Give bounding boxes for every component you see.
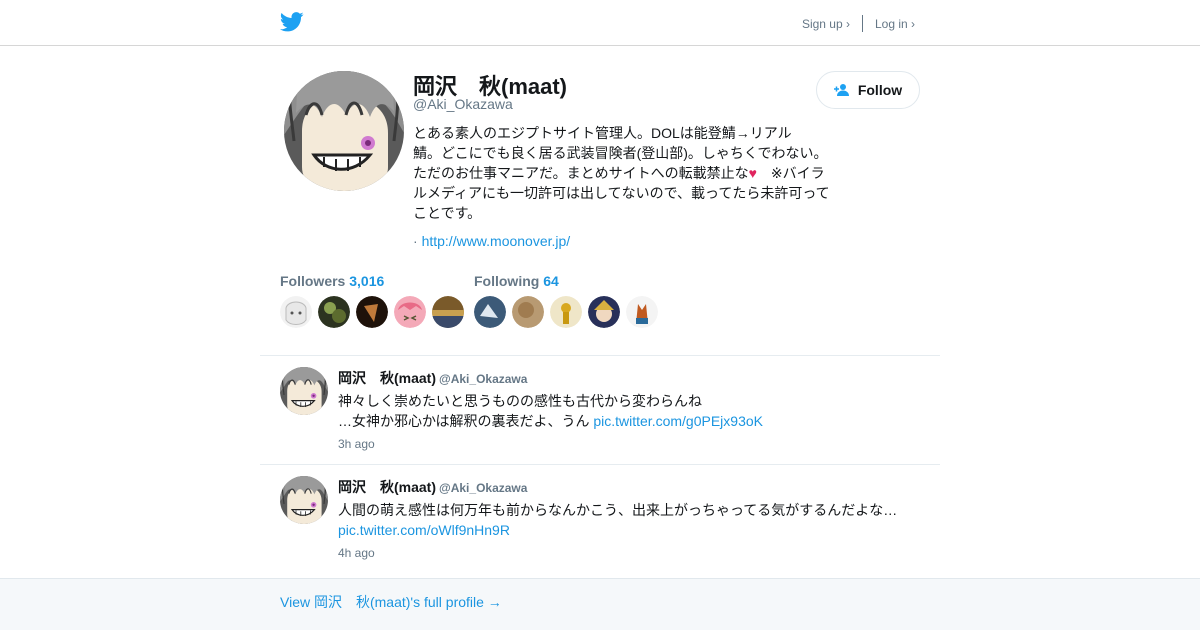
tweet-list: 岡沢 秋(maat) @Aki_Okazawa 神々しく崇めたいと思うものの感性も… [260, 355, 940, 573]
tweet-author-name[interactable]: 岡沢 秋(maat) [338, 370, 436, 386]
follower-avatar[interactable] [432, 296, 464, 328]
tweet-header: 岡沢 秋(maat) @Aki_Okazawa [338, 368, 527, 388]
profile-handle[interactable]: @Aki_Okazawa [413, 96, 513, 112]
top-bar: Sign up › Log in › [0, 0, 1200, 46]
nav-divider [861, 15, 863, 32]
tweet-item[interactable]: 岡沢 秋(maat) @Aki_Okazawa 人間の萌え感性は何万年も前からなん… [260, 464, 940, 573]
bio-line: ことです。 [413, 205, 482, 221]
following-title[interactable]: Following 64 [474, 273, 664, 289]
top-nav: Sign up › Log in › [802, 15, 915, 32]
tweet-timestamp[interactable]: 4h ago [338, 546, 375, 560]
tweet-author-handle[interactable]: @Aki_Okazawa [439, 372, 527, 386]
tweet-avatar[interactable] [280, 476, 328, 524]
twitter-bird-icon[interactable] [279, 11, 304, 33]
following-avatar[interactable] [588, 296, 620, 328]
follow-label: Follow [857, 82, 903, 98]
following-avatars [474, 296, 664, 328]
profile-url-link[interactable]: http://www.moonover.jp/ [422, 233, 571, 249]
add-user-icon [833, 84, 849, 96]
tweet-author-name[interactable]: 岡沢 秋(maat) [338, 479, 436, 495]
bio-line: ただのお仕事マニアだ。まとめサイトへの転載禁止な♥ ※バイラ [413, 165, 825, 181]
tweet-media-link[interactable]: pic.twitter.com/g0PEjx93oK [593, 413, 763, 429]
tweet-item[interactable]: 岡沢 秋(maat) @Aki_Okazawa 神々しく崇めたいと思うものの感性も… [260, 355, 940, 464]
follower-avatar[interactable] [318, 296, 350, 328]
footer: View 岡沢 秋(maat)'s full profile → [0, 578, 1200, 630]
profile-bio: とある素人のエジプトサイト管理人。DOLは能登鯖→リアル 鯖。どこにでも良く居る… [413, 123, 838, 223]
following-avatar[interactable] [512, 296, 544, 328]
full-profile-link[interactable]: View 岡沢 秋(maat)'s full profile → [280, 592, 502, 612]
following-avatar[interactable] [550, 296, 582, 328]
signup-link[interactable]: Sign up › [802, 17, 850, 31]
tweet-media-link[interactable]: pic.twitter.com/oWlf9nHn9R [338, 522, 510, 538]
followers-title[interactable]: Followers 3,016 [280, 273, 470, 289]
following-avatar[interactable] [626, 296, 658, 328]
tweet-text: 神々しく崇めたいと思うものの感性も古代から変わらんね …女神か邪心かは解釈の裏表… [338, 393, 763, 429]
profile-avatar[interactable] [284, 71, 404, 191]
follower-avatar[interactable] [280, 296, 312, 328]
following-section: Following 64 [474, 273, 664, 328]
following-avatar[interactable] [474, 296, 506, 328]
follower-avatar[interactable] [394, 296, 426, 328]
profile-url-row: · http://www.moonover.jp/ [413, 233, 571, 249]
bio-line: ルメディアにも一切許可は出してないので、載ってたら未許可って [413, 185, 830, 201]
follower-avatar[interactable] [356, 296, 388, 328]
tweet-timestamp[interactable]: 3h ago [338, 437, 375, 451]
tweet-header: 岡沢 秋(maat) @Aki_Okazawa [338, 477, 527, 497]
following-count[interactable]: 64 [543, 273, 559, 289]
follow-button[interactable]: Follow [816, 71, 920, 109]
login-link[interactable]: Log in › [875, 17, 915, 31]
tweet-author-handle[interactable]: @Aki_Okazawa [439, 481, 527, 495]
tweet-avatar[interactable] [280, 367, 328, 415]
tweet-text: 人間の萌え感性は何万年も前からなんかこう、出来上がっちゃってる気がするんだよな…… [338, 502, 898, 538]
bio-line: とある素人のエジプトサイト管理人。DOLは能登鯖→リアル [413, 125, 792, 141]
followers-section: Followers 3,016 [280, 273, 470, 328]
bio-line: 鯖。どこにでも良く居る武装冒険者(登山部)。しゃちくでわない。 [413, 145, 828, 161]
followers-avatars [280, 296, 470, 328]
heart-icon: ♥ [748, 165, 757, 181]
followers-count[interactable]: 3,016 [349, 273, 384, 289]
